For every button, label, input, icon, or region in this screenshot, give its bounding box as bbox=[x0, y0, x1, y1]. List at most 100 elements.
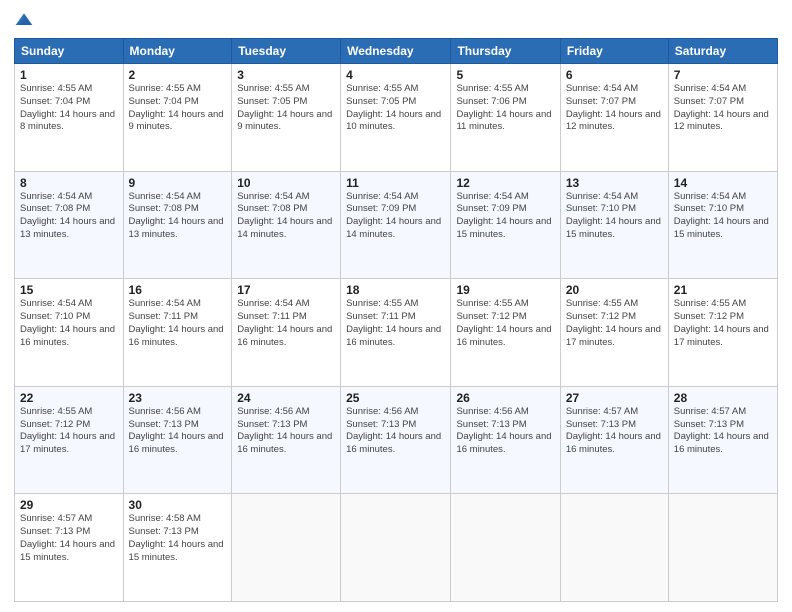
day-info: Sunrise: 4:54 AM Sunset: 7:08 PM Dayligh… bbox=[20, 191, 118, 242]
day-number: 1 bbox=[20, 68, 118, 82]
day-info: Sunrise: 4:54 AM Sunset: 7:10 PM Dayligh… bbox=[20, 298, 118, 349]
dow-cell: Thursday bbox=[451, 39, 560, 64]
calendar-day-cell: 9 Sunrise: 4:54 AM Sunset: 7:08 PM Dayli… bbox=[123, 171, 232, 279]
day-number: 25 bbox=[346, 391, 445, 405]
day-info: Sunrise: 4:55 AM Sunset: 7:04 PM Dayligh… bbox=[20, 83, 118, 134]
calendar-day-cell: 5 Sunrise: 4:55 AM Sunset: 7:06 PM Dayli… bbox=[451, 64, 560, 172]
day-info: Sunrise: 4:54 AM Sunset: 7:08 PM Dayligh… bbox=[129, 191, 227, 242]
calendar-day-cell: 2 Sunrise: 4:55 AM Sunset: 7:04 PM Dayli… bbox=[123, 64, 232, 172]
calendar-day-cell: 28 Sunrise: 4:57 AM Sunset: 7:13 PM Dayl… bbox=[668, 386, 777, 494]
day-info: Sunrise: 4:55 AM Sunset: 7:12 PM Dayligh… bbox=[456, 298, 554, 349]
day-number: 3 bbox=[237, 68, 335, 82]
dow-cell: Sunday bbox=[15, 39, 124, 64]
calendar-day-cell: 10 Sunrise: 4:54 AM Sunset: 7:08 PM Dayl… bbox=[232, 171, 341, 279]
calendar-day-cell: 6 Sunrise: 4:54 AM Sunset: 7:07 PM Dayli… bbox=[560, 64, 668, 172]
calendar-day-cell bbox=[451, 494, 560, 602]
calendar-day-cell: 23 Sunrise: 4:56 AM Sunset: 7:13 PM Dayl… bbox=[123, 386, 232, 494]
day-info: Sunrise: 4:55 AM Sunset: 7:04 PM Dayligh… bbox=[129, 83, 227, 134]
day-number: 21 bbox=[674, 283, 772, 297]
dow-cell: Tuesday bbox=[232, 39, 341, 64]
dow-cell: Wednesday bbox=[341, 39, 451, 64]
day-number: 11 bbox=[346, 176, 445, 190]
day-number: 2 bbox=[129, 68, 227, 82]
day-number: 17 bbox=[237, 283, 335, 297]
logo bbox=[14, 10, 38, 30]
day-number: 29 bbox=[20, 498, 118, 512]
day-number: 7 bbox=[674, 68, 772, 82]
page-header bbox=[14, 10, 778, 30]
calendar-day-cell: 12 Sunrise: 4:54 AM Sunset: 7:09 PM Dayl… bbox=[451, 171, 560, 279]
day-info: Sunrise: 4:56 AM Sunset: 7:13 PM Dayligh… bbox=[237, 406, 335, 457]
day-info: Sunrise: 4:55 AM Sunset: 7:06 PM Dayligh… bbox=[456, 83, 554, 134]
day-number: 27 bbox=[566, 391, 663, 405]
day-info: Sunrise: 4:54 AM Sunset: 7:10 PM Dayligh… bbox=[566, 191, 663, 242]
calendar-week-row: 8 Sunrise: 4:54 AM Sunset: 7:08 PM Dayli… bbox=[15, 171, 778, 279]
day-info: Sunrise: 4:57 AM Sunset: 7:13 PM Dayligh… bbox=[20, 513, 118, 564]
day-number: 9 bbox=[129, 176, 227, 190]
calendar-day-cell bbox=[668, 494, 777, 602]
calendar-day-cell: 17 Sunrise: 4:54 AM Sunset: 7:11 PM Dayl… bbox=[232, 279, 341, 387]
day-info: Sunrise: 4:54 AM Sunset: 7:09 PM Dayligh… bbox=[346, 191, 445, 242]
day-number: 6 bbox=[566, 68, 663, 82]
calendar-day-cell bbox=[341, 494, 451, 602]
day-number: 15 bbox=[20, 283, 118, 297]
day-info: Sunrise: 4:56 AM Sunset: 7:13 PM Dayligh… bbox=[129, 406, 227, 457]
calendar-day-cell: 7 Sunrise: 4:54 AM Sunset: 7:07 PM Dayli… bbox=[668, 64, 777, 172]
calendar-day-cell: 16 Sunrise: 4:54 AM Sunset: 7:11 PM Dayl… bbox=[123, 279, 232, 387]
day-number: 30 bbox=[129, 498, 227, 512]
day-number: 5 bbox=[456, 68, 554, 82]
calendar-day-cell: 20 Sunrise: 4:55 AM Sunset: 7:12 PM Dayl… bbox=[560, 279, 668, 387]
calendar-day-cell: 4 Sunrise: 4:55 AM Sunset: 7:05 PM Dayli… bbox=[341, 64, 451, 172]
day-info: Sunrise: 4:57 AM Sunset: 7:13 PM Dayligh… bbox=[674, 406, 772, 457]
day-info: Sunrise: 4:56 AM Sunset: 7:13 PM Dayligh… bbox=[346, 406, 445, 457]
day-number: 13 bbox=[566, 176, 663, 190]
calendar-day-cell: 27 Sunrise: 4:57 AM Sunset: 7:13 PM Dayl… bbox=[560, 386, 668, 494]
day-info: Sunrise: 4:55 AM Sunset: 7:05 PM Dayligh… bbox=[237, 83, 335, 134]
calendar-day-cell: 8 Sunrise: 4:54 AM Sunset: 7:08 PM Dayli… bbox=[15, 171, 124, 279]
day-info: Sunrise: 4:54 AM Sunset: 7:08 PM Dayligh… bbox=[237, 191, 335, 242]
day-info: Sunrise: 4:56 AM Sunset: 7:13 PM Dayligh… bbox=[456, 406, 554, 457]
calendar-week-row: 22 Sunrise: 4:55 AM Sunset: 7:12 PM Dayl… bbox=[15, 386, 778, 494]
day-info: Sunrise: 4:54 AM Sunset: 7:11 PM Dayligh… bbox=[237, 298, 335, 349]
calendar-table: SundayMondayTuesdayWednesdayThursdayFrid… bbox=[14, 38, 778, 602]
days-of-week-header: SundayMondayTuesdayWednesdayThursdayFrid… bbox=[15, 39, 778, 64]
day-info: Sunrise: 4:54 AM Sunset: 7:09 PM Dayligh… bbox=[456, 191, 554, 242]
day-number: 14 bbox=[674, 176, 772, 190]
calendar-day-cell: 29 Sunrise: 4:57 AM Sunset: 7:13 PM Dayl… bbox=[15, 494, 124, 602]
day-number: 26 bbox=[456, 391, 554, 405]
day-number: 8 bbox=[20, 176, 118, 190]
calendar-week-row: 1 Sunrise: 4:55 AM Sunset: 7:04 PM Dayli… bbox=[15, 64, 778, 172]
day-info: Sunrise: 4:54 AM Sunset: 7:10 PM Dayligh… bbox=[674, 191, 772, 242]
calendar-day-cell: 13 Sunrise: 4:54 AM Sunset: 7:10 PM Dayl… bbox=[560, 171, 668, 279]
calendar-day-cell: 11 Sunrise: 4:54 AM Sunset: 7:09 PM Dayl… bbox=[341, 171, 451, 279]
dow-cell: Monday bbox=[123, 39, 232, 64]
day-number: 4 bbox=[346, 68, 445, 82]
calendar-day-cell: 14 Sunrise: 4:54 AM Sunset: 7:10 PM Dayl… bbox=[668, 171, 777, 279]
calendar-day-cell: 21 Sunrise: 4:55 AM Sunset: 7:12 PM Dayl… bbox=[668, 279, 777, 387]
day-number: 24 bbox=[237, 391, 335, 405]
calendar-day-cell: 26 Sunrise: 4:56 AM Sunset: 7:13 PM Dayl… bbox=[451, 386, 560, 494]
calendar-day-cell: 25 Sunrise: 4:56 AM Sunset: 7:13 PM Dayl… bbox=[341, 386, 451, 494]
day-number: 18 bbox=[346, 283, 445, 297]
day-info: Sunrise: 4:55 AM Sunset: 7:12 PM Dayligh… bbox=[566, 298, 663, 349]
day-info: Sunrise: 4:54 AM Sunset: 7:07 PM Dayligh… bbox=[674, 83, 772, 134]
calendar-week-row: 29 Sunrise: 4:57 AM Sunset: 7:13 PM Dayl… bbox=[15, 494, 778, 602]
day-info: Sunrise: 4:55 AM Sunset: 7:05 PM Dayligh… bbox=[346, 83, 445, 134]
calendar-week-row: 15 Sunrise: 4:54 AM Sunset: 7:10 PM Dayl… bbox=[15, 279, 778, 387]
day-number: 10 bbox=[237, 176, 335, 190]
calendar-day-cell: 30 Sunrise: 4:58 AM Sunset: 7:13 PM Dayl… bbox=[123, 494, 232, 602]
calendar-day-cell bbox=[560, 494, 668, 602]
day-info: Sunrise: 4:54 AM Sunset: 7:07 PM Dayligh… bbox=[566, 83, 663, 134]
calendar-day-cell: 18 Sunrise: 4:55 AM Sunset: 7:11 PM Dayl… bbox=[341, 279, 451, 387]
calendar-day-cell: 19 Sunrise: 4:55 AM Sunset: 7:12 PM Dayl… bbox=[451, 279, 560, 387]
day-number: 23 bbox=[129, 391, 227, 405]
day-info: Sunrise: 4:55 AM Sunset: 7:11 PM Dayligh… bbox=[346, 298, 445, 349]
day-info: Sunrise: 4:55 AM Sunset: 7:12 PM Dayligh… bbox=[674, 298, 772, 349]
day-number: 22 bbox=[20, 391, 118, 405]
day-number: 12 bbox=[456, 176, 554, 190]
day-info: Sunrise: 4:54 AM Sunset: 7:11 PM Dayligh… bbox=[129, 298, 227, 349]
logo-icon bbox=[14, 10, 34, 30]
calendar-day-cell: 15 Sunrise: 4:54 AM Sunset: 7:10 PM Dayl… bbox=[15, 279, 124, 387]
calendar-day-cell: 24 Sunrise: 4:56 AM Sunset: 7:13 PM Dayl… bbox=[232, 386, 341, 494]
day-info: Sunrise: 4:58 AM Sunset: 7:13 PM Dayligh… bbox=[129, 513, 227, 564]
